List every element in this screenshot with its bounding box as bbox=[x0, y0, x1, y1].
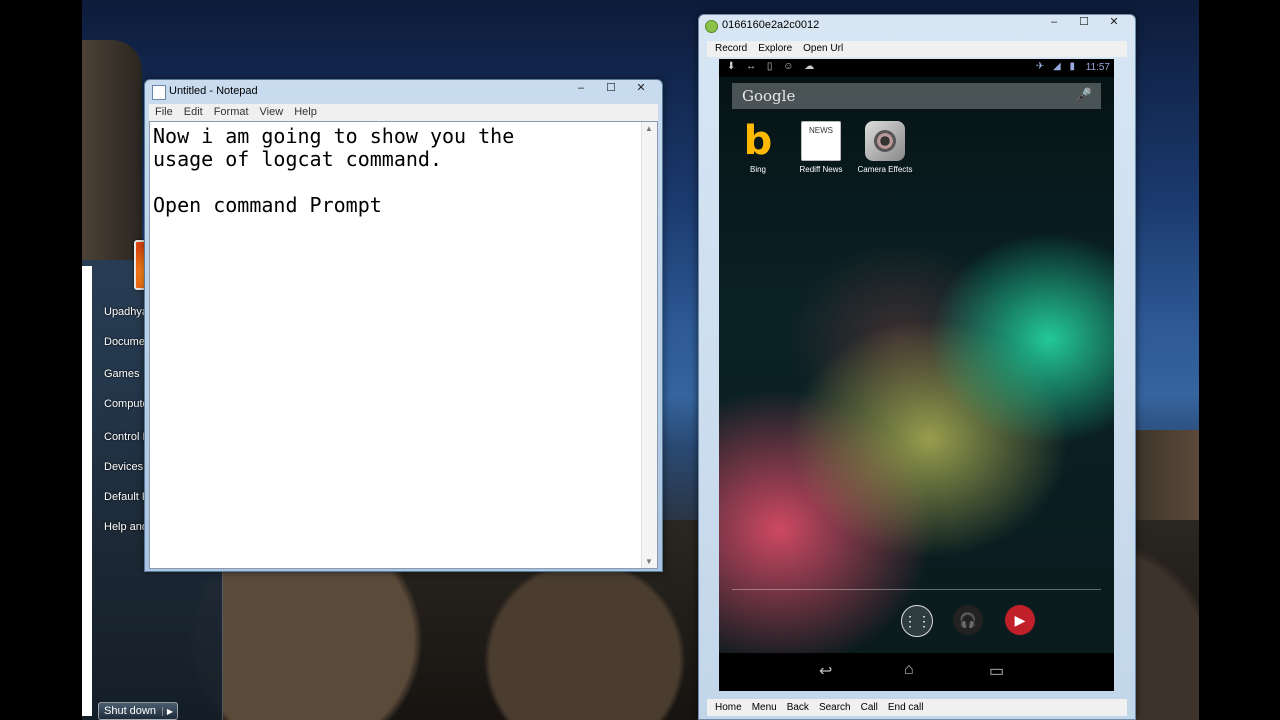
mic-icon[interactable]: 🎤 bbox=[1075, 87, 1092, 104]
recents-icon[interactable]: ▭ bbox=[989, 661, 1004, 681]
scroll-down-icon[interactable]: ▼ bbox=[645, 557, 653, 566]
letterbox-right bbox=[1199, 0, 1280, 720]
back-button[interactable]: Back bbox=[779, 699, 811, 716]
start-menu-programs-panel bbox=[82, 266, 92, 716]
notepad-title: Untitled - Notepad bbox=[169, 85, 258, 97]
home-button[interactable]: Home bbox=[707, 699, 744, 716]
menu-button[interactable]: Menu bbox=[744, 699, 779, 716]
camera-icon bbox=[865, 121, 905, 161]
music-icon[interactable]: 🎧 bbox=[953, 605, 983, 635]
device-window: 0166160e2a2c0012 ‒ ☐ ✕ Record Explore Op… bbox=[698, 14, 1136, 720]
close-button[interactable]: ✕ bbox=[626, 80, 656, 96]
shutdown-label[interactable]: Shut down bbox=[99, 705, 162, 717]
menu-edit[interactable]: Edit bbox=[178, 104, 208, 121]
shutdown-options-arrow-icon[interactable]: ▶ bbox=[162, 706, 177, 716]
app-label: Camera Effects bbox=[857, 165, 913, 174]
menu-file[interactable]: File bbox=[149, 104, 178, 121]
app-label: Rediff News bbox=[799, 165, 843, 174]
notepad-menubar: File Edit Format View Help bbox=[149, 104, 658, 121]
notepad-window: Untitled - Notepad ‒ ☐ ✕ File Edit Forma… bbox=[144, 79, 663, 572]
close-button[interactable]: ✕ bbox=[1099, 14, 1129, 30]
menu-help[interactable]: Help bbox=[288, 104, 322, 121]
youtube-icon[interactable]: ▶ bbox=[1005, 605, 1035, 635]
news-icon: NEWS bbox=[801, 121, 841, 161]
back-icon[interactable]: ↩ bbox=[819, 661, 832, 681]
maximize-button[interactable]: ☐ bbox=[596, 80, 626, 96]
start-item-games[interactable]: Games bbox=[104, 368, 139, 380]
device-window-controls: ‒ ☐ ✕ bbox=[1039, 14, 1129, 30]
app-label: Bing bbox=[749, 165, 766, 174]
call-button[interactable]: Call bbox=[853, 699, 880, 716]
phone-screen[interactable]: ⬇ ↔ ▯ ☺ ☁ ✈ ◢ ▮ 11:57 Google 🎤 b Bing NE… bbox=[719, 59, 1114, 691]
device-bottom-bar: Home Menu Back Search Call End call bbox=[707, 699, 1127, 716]
end-call-button[interactable]: End call bbox=[880, 699, 926, 716]
app-bing[interactable]: b Bing bbox=[723, 121, 793, 174]
phone-status-bar: ⬇ ↔ ▯ ☺ ☁ ✈ ◢ ▮ 11:57 bbox=[719, 59, 1114, 77]
home-icon[interactable]: ⌂ bbox=[904, 661, 914, 679]
open-url-button[interactable]: Open Url bbox=[795, 41, 846, 57]
notepad-content[interactable]: Now i am going to show you the usage of … bbox=[153, 125, 643, 217]
notepad-text-area[interactable]: Now i am going to show you the usage of … bbox=[149, 121, 658, 569]
explore-button[interactable]: Explore bbox=[750, 41, 795, 57]
device-window-title: 0166160e2a2c0012 bbox=[722, 19, 820, 31]
minimize-button[interactable]: ‒ bbox=[566, 80, 596, 96]
search-button[interactable]: Search bbox=[811, 699, 853, 716]
google-logo: Google bbox=[742, 87, 796, 105]
shutdown-button[interactable]: Shut down ▶ bbox=[98, 702, 178, 720]
app-camera-effects[interactable]: Camera Effects bbox=[850, 121, 920, 174]
dock-divider bbox=[732, 589, 1101, 590]
signal-icons: ✈ ◢ ▮ bbox=[1035, 61, 1078, 72]
notification-icons: ⬇ ↔ ▯ ☺ ☁ bbox=[727, 61, 819, 72]
rock-formation-left bbox=[82, 40, 142, 260]
notepad-window-controls: ‒ ☐ ✕ bbox=[566, 80, 656, 96]
bing-icon: b bbox=[743, 118, 773, 164]
minimize-button[interactable]: ‒ bbox=[1039, 14, 1069, 30]
app-rediff-news[interactable]: NEWS Rediff News bbox=[786, 121, 856, 174]
menu-format[interactable]: Format bbox=[208, 104, 254, 121]
device-toolbar: Record Explore Open Url bbox=[707, 41, 1127, 57]
record-button[interactable]: Record bbox=[707, 41, 750, 57]
android-nav-bar: ↩ ⌂ ▭ bbox=[719, 653, 1114, 691]
maximize-button[interactable]: ☐ bbox=[1069, 14, 1099, 30]
vertical-scrollbar[interactable]: ▲ ▼ bbox=[641, 122, 657, 568]
phone-clock: 11:57 bbox=[1085, 62, 1110, 73]
notepad-app-icon bbox=[152, 85, 166, 100]
android-app-icon bbox=[705, 20, 718, 33]
app-drawer-icon[interactable]: ⋮⋮ bbox=[901, 605, 933, 637]
menu-view[interactable]: View bbox=[254, 104, 289, 121]
google-search-bar[interactable]: Google 🎤 bbox=[732, 83, 1101, 109]
scroll-up-icon[interactable]: ▲ bbox=[645, 124, 653, 133]
